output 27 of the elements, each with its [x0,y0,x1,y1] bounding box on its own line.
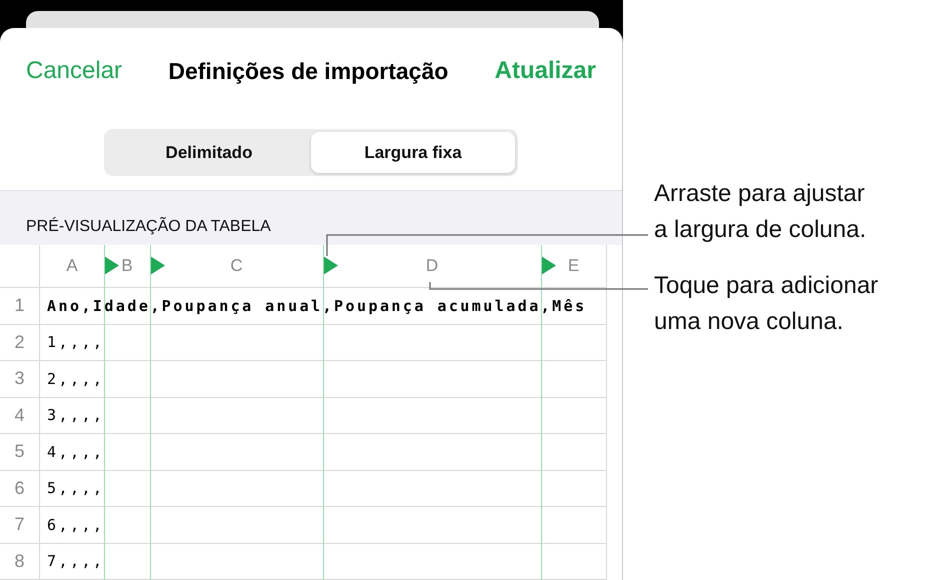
table-cell: 3,,,, [47,406,104,424]
table-cell: 2,,,, [47,370,104,388]
row-number: 7 [14,514,24,536]
column-label: B [121,256,133,276]
column-label: C [230,256,243,276]
callout-text: Toque para adicionar uma nova coluna. [654,271,880,337]
table-cell: 4,,,, [47,442,104,461]
row-number: 2 [14,332,24,353]
column-label: E [568,256,580,276]
row-number: 6 [14,478,24,499]
row-number: 5 [14,441,24,462]
table-cell: 6,,,, [47,516,104,534]
section-label: PRÉ-VISUALIZAÇÃO DA TABELA [26,218,271,236]
table-cell: Ano,Idade,Poupança anual,Poupança acumulada,Mês [47,296,587,315]
table-cell: 1,,,, [47,333,104,352]
table-cell: 5,,,, [47,479,104,498]
row-number: 3 [14,368,24,390]
column-label: A [66,256,78,276]
row-number: 1 [14,295,24,316]
callout-text: Arraste para ajustar a largura de coluna. [654,179,868,245]
table-cell: 7,,,, [47,552,104,570]
segment-button[interactable]: Largura fixa [311,132,515,174]
row-number: 4 [14,404,24,426]
column-label: D [426,256,438,276]
segment-button[interactable]: Delimitado [107,132,311,174]
row-number: 8 [14,550,24,572]
sheet-title: Definições de importação [168,58,448,85]
